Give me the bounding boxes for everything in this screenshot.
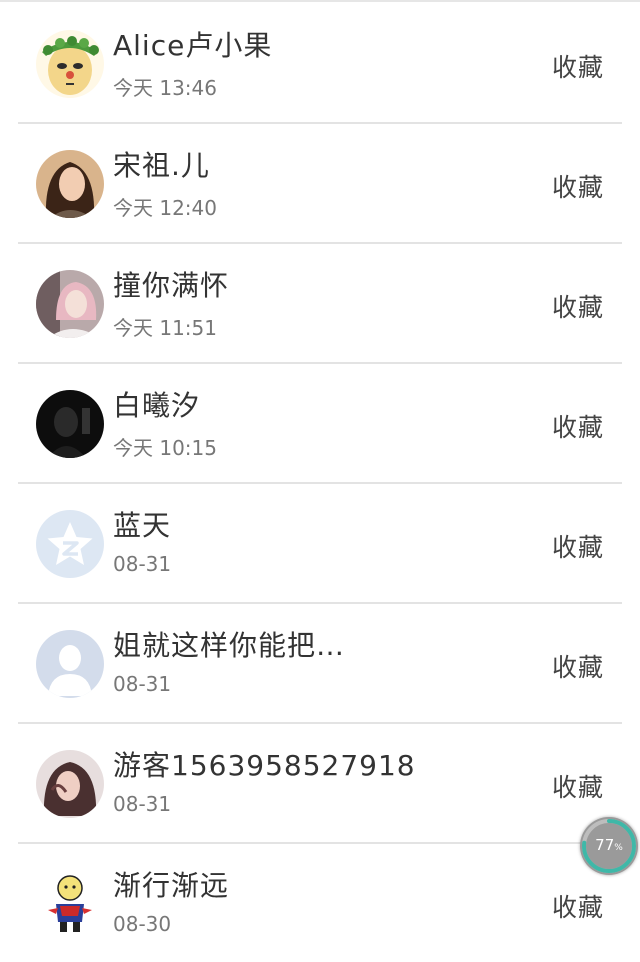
progress-label: 77% bbox=[595, 836, 623, 854]
favorite-button[interactable]: 收藏 bbox=[552, 528, 604, 564]
favorite-button[interactable]: 收藏 bbox=[552, 768, 604, 804]
favorite-button[interactable]: 收藏 bbox=[552, 288, 604, 324]
item-time: 今天 10:15 bbox=[113, 436, 217, 460]
favorite-button[interactable]: 收藏 bbox=[552, 408, 604, 444]
item-name: 撞你满怀 bbox=[113, 269, 230, 302]
item-time: 今天 11:51 bbox=[113, 316, 217, 340]
list-item[interactable]: 渐行渐远 08-30 收藏 bbox=[18, 844, 622, 962]
avatar[interactable] bbox=[36, 870, 104, 938]
item-name: 蓝天 bbox=[113, 509, 172, 542]
avatar[interactable] bbox=[36, 510, 104, 578]
item-name: 白曦汐 bbox=[113, 389, 201, 422]
list-item[interactable]: 蓝天 08-31 收藏 bbox=[18, 484, 622, 604]
favorite-button[interactable]: 收藏 bbox=[552, 48, 604, 84]
list-item[interactable]: 姐就这样你能把… 08-31 收藏 bbox=[18, 604, 622, 724]
woman-photo-icon bbox=[36, 150, 104, 218]
item-time: 08-31 bbox=[113, 672, 172, 696]
item-time: 08-31 bbox=[113, 792, 172, 816]
item-time: 08-31 bbox=[113, 552, 172, 576]
list-item[interactable]: 白曦汐 今天 10:15 收藏 bbox=[18, 364, 622, 484]
favorite-button[interactable]: 收藏 bbox=[552, 648, 604, 684]
girl-photo-icon bbox=[36, 750, 104, 818]
item-name: 渐行渐远 bbox=[113, 869, 230, 902]
avatar[interactable] bbox=[36, 630, 104, 698]
avatar[interactable] bbox=[36, 30, 104, 98]
cartoon-character-icon bbox=[36, 870, 104, 938]
favorites-list: Alice卢小果 今天 13:46 收藏 宋祖.儿 今天 12:40 收藏 撞你… bbox=[18, 4, 622, 962]
item-name: 游客1563958527918 bbox=[113, 749, 416, 782]
leaf-crown-cartoon-icon bbox=[36, 30, 104, 98]
list-item[interactable]: 撞你满怀 今天 11:51 收藏 bbox=[18, 244, 622, 364]
item-time: 今天 13:46 bbox=[113, 76, 217, 100]
top-divider bbox=[0, 0, 640, 2]
avatar[interactable] bbox=[36, 390, 104, 458]
item-name: 宋祖.儿 bbox=[113, 149, 210, 182]
qzone-star-icon bbox=[36, 510, 104, 578]
item-name: 姐就这样你能把… bbox=[113, 629, 346, 662]
avatar[interactable] bbox=[36, 750, 104, 818]
favorite-button[interactable]: 收藏 bbox=[552, 888, 604, 924]
item-time: 08-30 bbox=[113, 912, 172, 936]
item-time: 今天 12:40 bbox=[113, 196, 217, 220]
list-item[interactable]: 宋祖.儿 今天 12:40 收藏 bbox=[18, 124, 622, 244]
dark-photo-icon bbox=[36, 390, 104, 458]
floating-progress-badge[interactable]: 77% bbox=[580, 817, 638, 875]
avatar[interactable] bbox=[36, 150, 104, 218]
favorite-button[interactable]: 收藏 bbox=[552, 168, 604, 204]
list-item[interactable]: Alice卢小果 今天 13:46 收藏 bbox=[18, 4, 622, 124]
item-name: Alice卢小果 bbox=[113, 29, 273, 62]
pink-hair-photo-icon bbox=[36, 270, 104, 338]
avatar[interactable] bbox=[36, 270, 104, 338]
default-person-icon bbox=[36, 630, 104, 698]
list-item[interactable]: 游客1563958527918 08-31 收藏 bbox=[18, 724, 622, 844]
